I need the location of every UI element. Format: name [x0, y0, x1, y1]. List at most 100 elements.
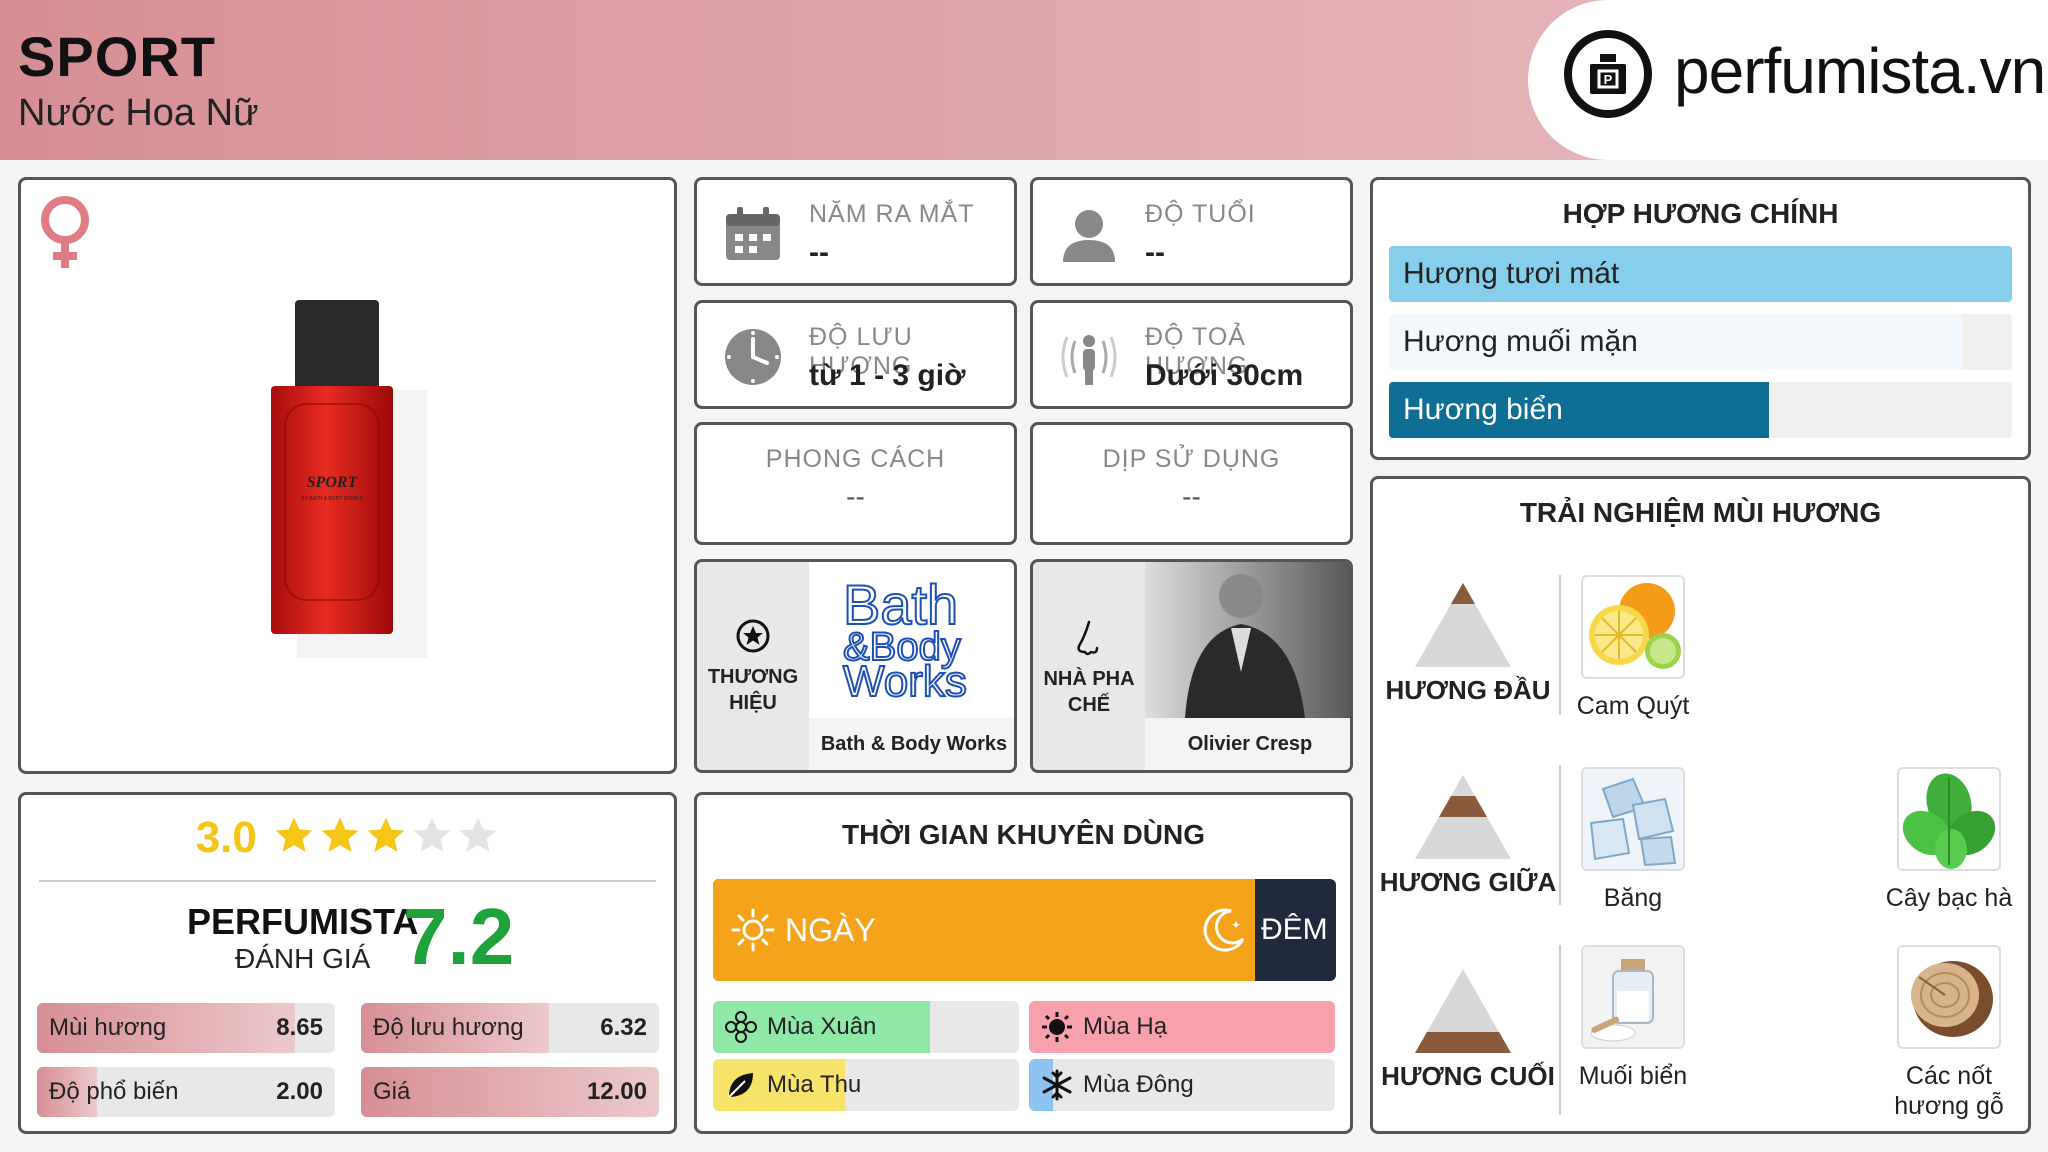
accord-label: Hương tươi mát [1403, 257, 1620, 290]
age-label: ĐỘ TUỔI [1145, 200, 1256, 228]
leaf-icon [725, 1069, 757, 1106]
star-filled-icon [275, 817, 313, 852]
note-image-ice[interactable] [1581, 767, 1685, 871]
base-notes-label: HƯƠNG CUỐI [1381, 1061, 1555, 1091]
age-value: -- [1145, 236, 1165, 269]
wood-icon [1911, 961, 1993, 1037]
sun-outline-icon [731, 908, 775, 952]
sillage-person-icon [1061, 335, 1117, 385]
brand-label-column: THƯƠNG HIỆU [697, 562, 809, 770]
top-notes-label: HƯƠNG ĐẦU [1385, 675, 1551, 705]
sillage-value: Dưới 30cm [1145, 359, 1304, 392]
note-image-citrus[interactable] [1581, 575, 1685, 679]
site-logo[interactable]: P perfumista.vn [1528, 0, 2048, 160]
recommended-time-panel: THỜI GIAN KHUYÊN DÙNG NGÀY ✦ ĐÊM Mùa Xuâ… [694, 792, 1353, 1134]
experience-title: TRẢI NGHIỆM MÙI HƯƠNG [1519, 497, 1882, 528]
score-bar: Mùi hương 8.65 [37, 1003, 335, 1053]
season-label: Mùa Đông [1083, 1071, 1194, 1098]
accord-bar: Hương biển [1389, 382, 2012, 438]
star-empty-icon [459, 817, 497, 852]
bottle-label: SPORT [307, 474, 359, 491]
sun-icon [1041, 1011, 1073, 1048]
main-accords-panel: HỢP HƯƠNG CHÍNH Hương tươi mát Hương muối… [1370, 177, 2031, 460]
female-icon [41, 196, 89, 268]
perfumer-card[interactable]: NHÀ PHA CHẾ Olivier Cresp [1030, 559, 1353, 773]
season-bar: Mùa Xuân [713, 1001, 1019, 1053]
age-card: ĐỘ TUỔI -- [1030, 177, 1353, 286]
rating-panel: 3.0 PERFUMISTA ĐÁNH GIÁ 7.2 Mùi hương 8.6… [18, 792, 677, 1134]
star-badge-icon [736, 619, 770, 653]
logo-bottle-icon: P [1564, 30, 1652, 118]
pyramid-top-icon [1415, 583, 1511, 667]
moon-icon: ✦ [1203, 908, 1245, 952]
note-image-sea-salt[interactable] [1581, 945, 1685, 1049]
middle-notes-label: HƯƠNG GIỮA [1379, 867, 1557, 897]
score-bar-label: Độ lưu hương [373, 1014, 524, 1041]
score-bar-value: 2.00 [276, 1078, 323, 1105]
occasion-label: DỊP SỬ DỤNG [1102, 445, 1281, 473]
score-bar: Giá 12.00 [361, 1067, 659, 1117]
star-filled-icon [321, 817, 359, 852]
season-fill [1029, 1001, 1335, 1053]
note-name-ice: Băng [1603, 884, 1663, 912]
accord-label: Hương muối mặn [1403, 325, 1638, 358]
night-label: ĐÊM [1261, 913, 1328, 946]
day-label: NGÀY [785, 912, 876, 948]
perfumer-label-column: NHÀ PHA CHẾ [1033, 562, 1145, 770]
product-image-panel: SPORT BY BATH & BODY WORKS [18, 177, 677, 774]
note-name-woody-2: hương gỗ [1894, 1092, 2004, 1120]
pyramid-base-icon [1415, 969, 1511, 1053]
citrus-icon [1589, 583, 1681, 669]
score-bar: Độ lưu hương 6.32 [361, 1003, 659, 1053]
nose-icon [1077, 620, 1099, 656]
occasion-card: DỊP SỬ DỤNG -- [1030, 422, 1353, 545]
launch-year-card: NĂM RA MẮT -- [694, 177, 1017, 286]
perfume-subtitle: Nước Hoa Nữ [18, 92, 259, 134]
logo-text: perfumista.vn [1674, 35, 2046, 107]
style-card: PHONG CÁCH -- [694, 422, 1017, 545]
score-bar-value: 12.00 [586, 1078, 647, 1105]
review-label: ĐÁNH GIÁ [235, 943, 371, 974]
perfumer-name: Olivier Cresp [1145, 718, 1350, 770]
occasion-value: -- [1182, 481, 1201, 512]
scent-experience-panel: TRẢI NGHIỆM MÙI HƯƠNG HƯƠNG ĐẦU HƯƠNG GI… [1370, 476, 2031, 1134]
season-label: Mùa Thu [767, 1071, 862, 1098]
perfumer-label-1: NHÀ PHA [1043, 668, 1135, 690]
style-label: PHONG CÁCH [765, 445, 946, 473]
longevity-value: từ 1 - 3 giờ [809, 359, 966, 392]
note-image-mint[interactable] [1897, 767, 2001, 871]
stars-row [269, 815, 499, 862]
score-bar-value: 6.32 [600, 1014, 647, 1041]
season-bar: Mùa Đông [1029, 1059, 1335, 1111]
perfume-bottle-image: SPORT BY BATH & BODY WORKS [271, 300, 427, 658]
launch-year-label: NĂM RA MẮT [809, 200, 975, 228]
svg-text:Works: Works [843, 657, 967, 706]
rating-divider [39, 880, 656, 882]
brand-label-1: THƯƠNG [707, 666, 799, 688]
brand-logo: Bath &Body Works [809, 562, 1014, 718]
calendar-icon [726, 207, 780, 260]
note-name-mint: Cây bạc hà [1885, 884, 2013, 912]
brand-label-2: HIỆU [729, 692, 777, 714]
accord-bar: Hương muối mặn [1389, 314, 2012, 370]
season-bar: Mùa Thu [713, 1059, 1019, 1111]
time-title: THỜI GIAN KHUYÊN DÙNG [841, 819, 1205, 850]
longevity-card: ĐỘ LƯU HƯƠNG từ 1 - 3 giờ [694, 300, 1017, 409]
score-bar-label: Mùi hương [49, 1014, 167, 1041]
perfumer-label-2: CHẾ [1067, 694, 1111, 716]
brand-card[interactable]: THƯƠNG HIỆU Bath &Body Works Bath & Body… [694, 559, 1017, 773]
clock-icon [725, 329, 781, 385]
svg-text:✦: ✦ [1231, 918, 1241, 932]
season-label: Mùa Xuân [767, 1013, 877, 1040]
flower-icon [725, 1011, 757, 1048]
star-rating-value: 3.0 [195, 813, 257, 862]
accord-label: Hương biển [1403, 393, 1563, 426]
note-name-citrus: Cam Quýt [1576, 692, 1690, 720]
svg-text:P: P [1604, 72, 1613, 87]
brand-name: Bath & Body Works [809, 718, 1014, 770]
header-banner: SPORT Nước Hoa Nữ P perfumista.vn [0, 0, 2048, 160]
snowflake-icon [1041, 1069, 1073, 1106]
score-bar-value: 8.65 [276, 1014, 323, 1041]
star-rating: 3.0 [21, 813, 674, 863]
note-image-woody[interactable] [1897, 945, 2001, 1049]
